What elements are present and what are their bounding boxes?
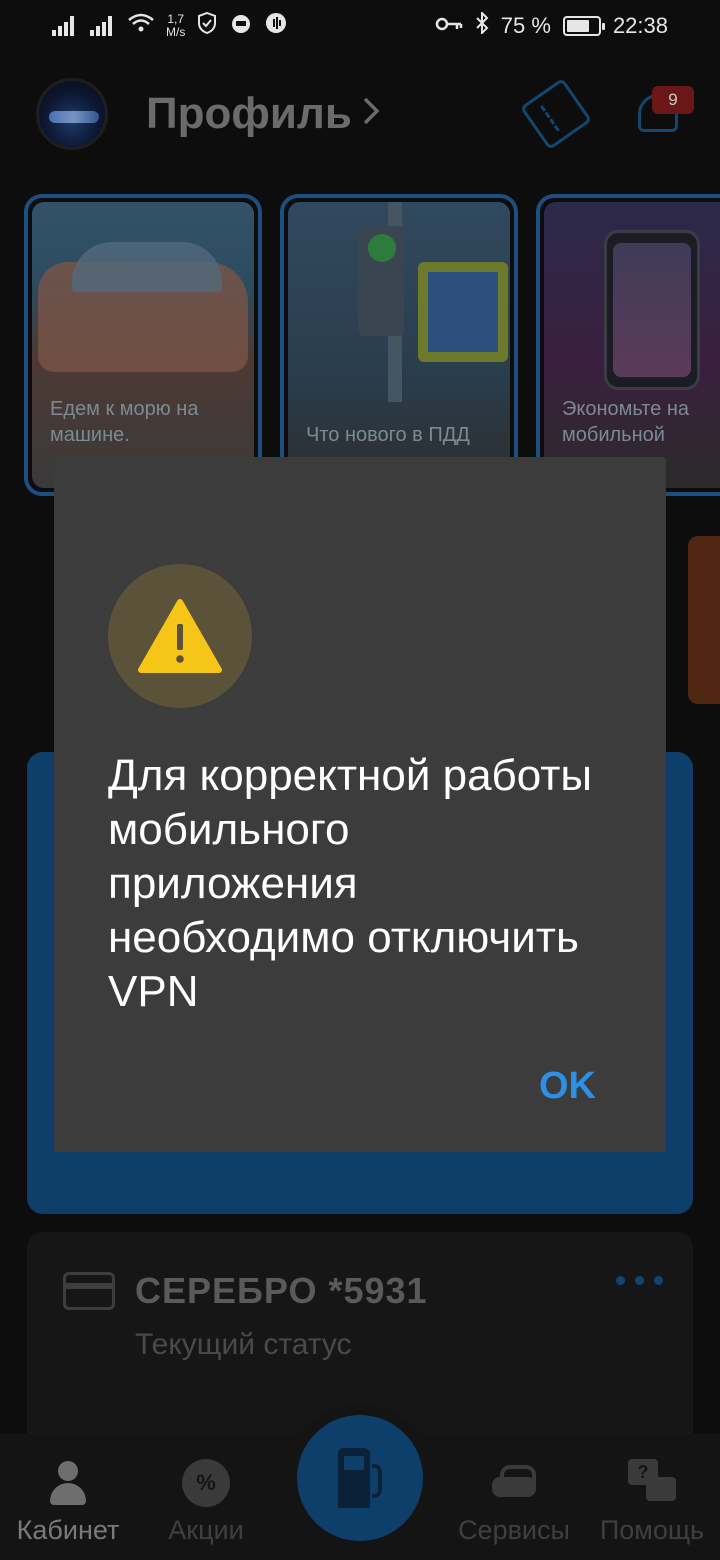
warning-icon: [108, 564, 252, 708]
dialog-message: Для корректной работы мобильного приложе…: [108, 751, 593, 1016]
ok-button[interactable]: OK: [539, 1065, 596, 1108]
vpn-warning-dialog: Для корректной работы мобильного приложе…: [54, 457, 666, 1152]
